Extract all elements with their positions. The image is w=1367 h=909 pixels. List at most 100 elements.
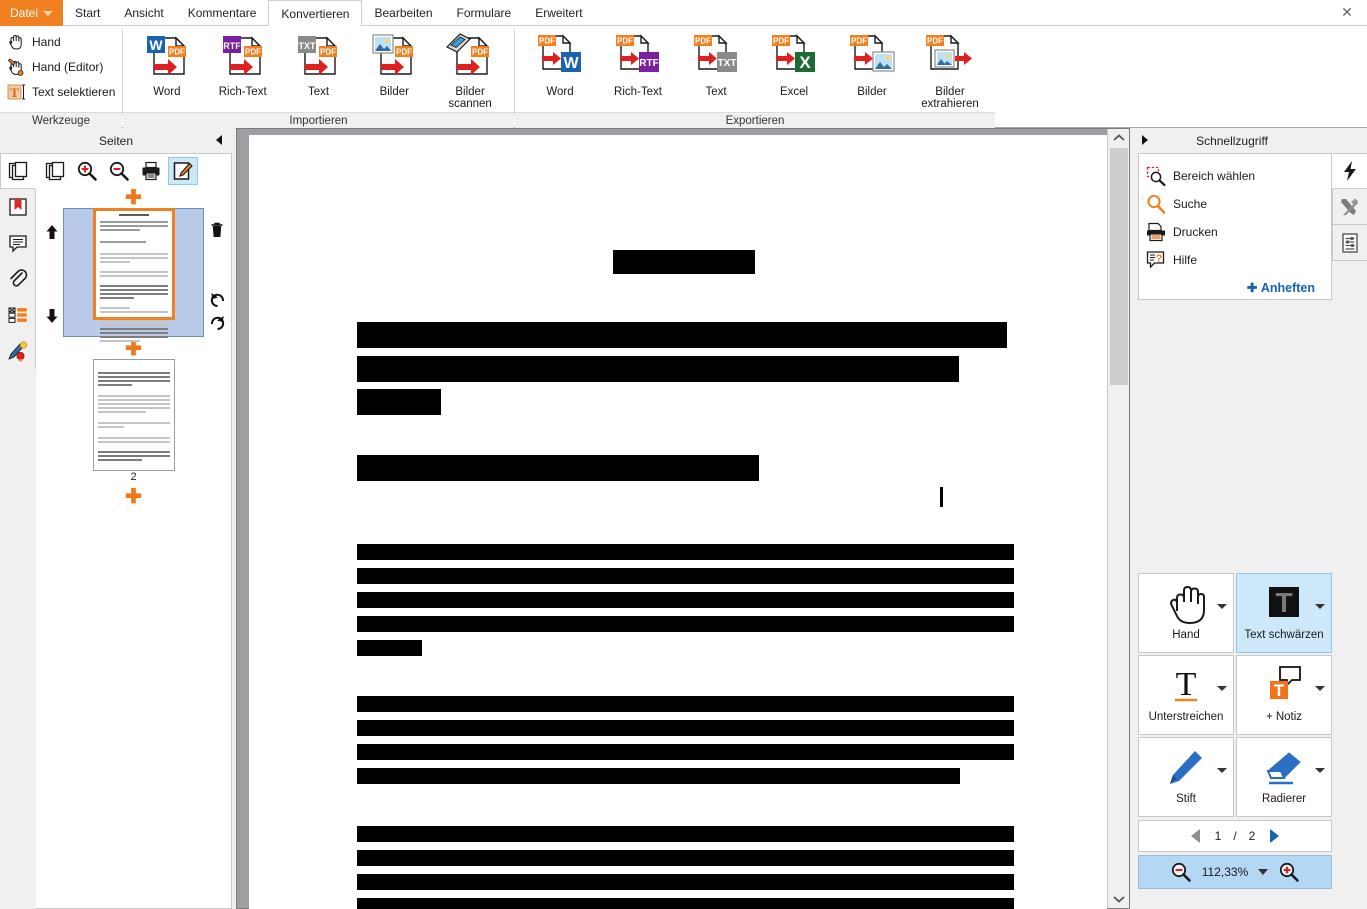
sidebar-tab-bookmarks[interactable]: [0, 189, 36, 225]
redaction-block[interactable]: [357, 744, 1014, 760]
tool-stift-button[interactable]: Stift: [1138, 737, 1234, 817]
redaction-block[interactable]: [357, 696, 1014, 712]
import-word-button[interactable]: W PDF Word: [129, 28, 205, 98]
menu-item-bearbeiten[interactable]: Bearbeiten: [362, 0, 444, 26]
chevron-up-icon[interactable]: [1108, 129, 1130, 147]
redaction-block[interactable]: [357, 616, 1014, 632]
chevron-down-icon[interactable]: [1217, 768, 1227, 773]
redaction-block[interactable]: [357, 568, 1014, 584]
redaction-block[interactable]: [357, 826, 1014, 842]
zoom-out-icon[interactable]: [1170, 861, 1192, 883]
tool-text-schwaerzen-button[interactable]: T Text schwärzen: [1236, 573, 1332, 653]
redaction-block[interactable]: [357, 322, 1007, 348]
chevron-left-icon[interactable]: [212, 133, 226, 147]
zoom-level-value[interactable]: 112,33%: [1202, 865, 1248, 879]
svg-text:PDF: PDF: [472, 48, 488, 57]
menu-item-erweitert[interactable]: Erweitert: [523, 0, 594, 26]
right-tab-properties[interactable]: [1332, 225, 1367, 261]
trash-icon[interactable]: [207, 220, 227, 240]
ribbon-group-exportieren: PDF W Word PDF RTF Rich-Text PDF TXT Tex…: [515, 26, 995, 128]
menu-item-formulare[interactable]: Formulare: [445, 0, 524, 26]
quick-action-suche[interactable]: Suche: [1145, 190, 1325, 218]
quick-action-bereich-waehlen[interactable]: Bereich wählen: [1145, 162, 1325, 190]
redaction-block[interactable]: [357, 592, 1014, 608]
export-word-button[interactable]: PDF W Word: [521, 28, 599, 98]
zoom-out-icon[interactable]: [104, 157, 134, 185]
menu-item-start[interactable]: Start: [63, 0, 112, 26]
redaction-block[interactable]: [357, 850, 1014, 866]
add-page-top[interactable]: ✚: [36, 188, 231, 208]
extract-images-button[interactable]: PDF Bilder extrahieren: [911, 28, 989, 110]
redaction-block[interactable]: [357, 720, 1014, 736]
right-tab-tools[interactable]: [1332, 189, 1367, 225]
tool-hand-button[interactable]: Hand: [1138, 573, 1234, 653]
redaction-block[interactable]: [357, 898, 1014, 909]
redaction-block[interactable]: [357, 356, 959, 382]
redaction-block[interactable]: [357, 640, 422, 656]
pdf-page-1[interactable]: [249, 135, 1107, 909]
pin-button[interactable]: ✚ Anheften: [1145, 280, 1325, 295]
sidebar-tab-signatures[interactable]: [0, 333, 36, 369]
menu-item-ansicht[interactable]: Ansicht: [112, 0, 175, 26]
redaction-block[interactable]: [357, 768, 960, 784]
import-richtext-button[interactable]: RTF PDF Rich-Text: [205, 28, 281, 98]
tool-unterstreichen-button[interactable]: T Unterstreichen: [1138, 655, 1234, 735]
menu-item-konvertieren[interactable]: Konvertieren: [268, 0, 363, 27]
sidebar-tab-pages[interactable]: [0, 153, 36, 189]
chevron-down-icon[interactable]: [1217, 686, 1227, 691]
zoom-in-icon[interactable]: [72, 157, 102, 185]
viewer-vertical-scrollbar[interactable]: [1107, 129, 1129, 908]
copy-icon[interactable]: [40, 157, 70, 185]
export-richtext-button[interactable]: PDF RTF Rich-Text: [599, 28, 677, 98]
pdf-to-image-icon: PDF: [845, 32, 899, 82]
add-page-bottom[interactable]: ✚: [36, 487, 231, 507]
chevron-down-icon[interactable]: [1315, 768, 1325, 773]
tool-hand-editor[interactable]: Hand (Editor): [6, 56, 103, 78]
page-thumbnail-2[interactable]: [92, 359, 175, 471]
arrow-up-icon[interactable]: [42, 222, 62, 242]
tool-text-selektieren[interactable]: T Text selektieren: [6, 81, 115, 103]
redaction-block[interactable]: [357, 389, 441, 415]
quick-action-drucken[interactable]: Drucken: [1145, 218, 1325, 246]
export-bilder-button[interactable]: PDF Bilder: [833, 28, 911, 98]
menu-item-kommentare[interactable]: Kommentare: [176, 0, 269, 26]
scrollbar-thumb[interactable]: [1110, 148, 1128, 385]
document-viewer[interactable]: [236, 128, 1130, 909]
quick-action-hilfe[interactable]: ? Hilfe: [1145, 246, 1325, 274]
edit-page-icon[interactable]: [168, 157, 198, 185]
export-text-button[interactable]: PDF TXT Text: [677, 28, 755, 98]
chevron-down-icon[interactable]: [1258, 869, 1269, 875]
import-bilder-button[interactable]: PDF Bilder: [356, 28, 432, 98]
chevron-down-icon[interactable]: [1217, 604, 1227, 609]
current-page-number[interactable]: 1: [1215, 829, 1222, 843]
tool-hand[interactable]: Hand: [6, 31, 61, 53]
chevron-down-icon[interactable]: [1315, 604, 1325, 609]
redaction-block[interactable]: [357, 544, 1014, 560]
export-excel-button[interactable]: PDF X Excel: [755, 28, 833, 98]
arrow-down-icon[interactable]: [42, 306, 62, 326]
tool-radierer-button[interactable]: Radierer: [1236, 737, 1332, 817]
sidebar-tab-form-fields[interactable]: [0, 297, 36, 333]
close-icon[interactable]: ✕: [1327, 0, 1367, 25]
sidebar-tab-comments[interactable]: [0, 225, 36, 261]
printer-icon[interactable]: [136, 157, 166, 185]
chevron-down-icon[interactable]: [1315, 686, 1325, 691]
sidebar-tab-attachments[interactable]: [0, 261, 36, 297]
menu-item-datei[interactable]: Datei: [0, 0, 64, 26]
svg-text:RTF: RTF: [639, 58, 658, 69]
rotate-cw-icon[interactable]: [207, 311, 227, 331]
redaction-block[interactable]: [357, 874, 1014, 890]
import-bilder-scannen-button[interactable]: PDF Bilder scannen: [432, 28, 508, 110]
redaction-block[interactable]: [613, 250, 755, 274]
right-tab-quick-access[interactable]: [1332, 153, 1367, 189]
triangle-right-icon[interactable]: [1267, 828, 1281, 844]
zoom-in-icon[interactable]: [1278, 861, 1300, 883]
page-thumbnail-1[interactable]: [92, 208, 175, 342]
tool-notiz-button[interactable]: T + Notiz: [1236, 655, 1332, 735]
rotate-ccw-icon[interactable]: [207, 288, 227, 308]
add-page-middle[interactable]: ✚: [36, 339, 231, 359]
redaction-block[interactable]: [357, 455, 759, 481]
import-text-button[interactable]: TXT PDF Text: [281, 28, 357, 98]
chevron-down-icon[interactable]: [1108, 890, 1130, 908]
triangle-left-icon[interactable]: [1189, 828, 1203, 844]
